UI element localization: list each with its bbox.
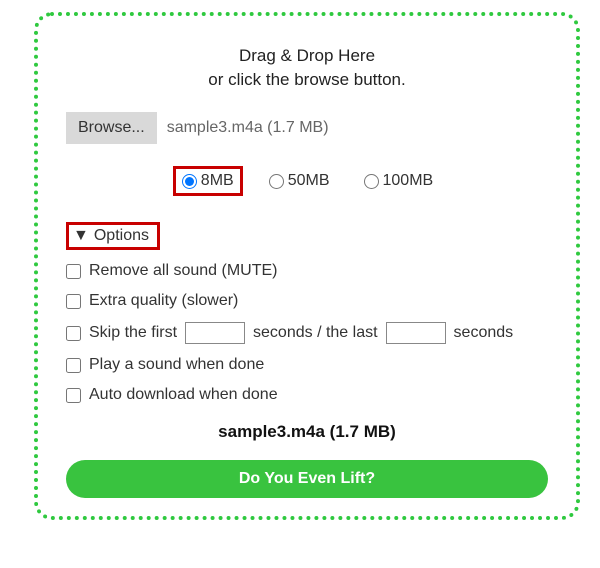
selected-file-label: sample3.m4a (1.7 MB) <box>167 119 329 137</box>
input-skip-last[interactable] <box>386 322 446 344</box>
label-skip-suffix: seconds <box>454 324 514 342</box>
size-option-8mb[interactable]: 8MB <box>173 166 243 196</box>
size-radio-100mb[interactable] <box>364 174 379 189</box>
drop-subtitle: or click the browse button. <box>66 70 548 90</box>
label-mute: Remove all sound (MUTE) <box>89 262 278 280</box>
size-label-8mb: 8MB <box>201 172 234 190</box>
checkbox-extra-quality[interactable] <box>66 294 81 309</box>
file-row: Browse... sample3.m4a (1.7 MB) <box>66 112 548 144</box>
browse-button[interactable]: Browse... <box>66 112 157 144</box>
options-toggle-label: Options <box>94 227 149 245</box>
option-auto-download[interactable]: Auto download when done <box>66 386 548 404</box>
label-skip-mid: seconds / the last <box>253 324 378 342</box>
input-skip-first[interactable] <box>185 322 245 344</box>
size-label-50mb: 50MB <box>288 172 330 190</box>
submit-button[interactable]: Do You Even Lift? <box>66 460 548 498</box>
checkbox-mute[interactable] <box>66 264 81 279</box>
options-list: Remove all sound (MUTE) Extra quality (s… <box>66 262 548 404</box>
checkbox-play-sound[interactable] <box>66 358 81 373</box>
size-label-100mb: 100MB <box>383 172 434 190</box>
size-radio-50mb[interactable] <box>269 174 284 189</box>
drop-title: Drag & Drop Here <box>66 46 548 66</box>
option-skip: Skip the first seconds / the last second… <box>66 322 548 344</box>
size-radio-row: 8MB 50MB 100MB <box>66 166 548 196</box>
chevron-down-icon: ▼ <box>73 227 89 245</box>
option-mute[interactable]: Remove all sound (MUTE) <box>66 262 548 280</box>
option-extra-quality[interactable]: Extra quality (slower) <box>66 292 548 310</box>
option-play-sound[interactable]: Play a sound when done <box>66 356 548 374</box>
checkbox-skip[interactable] <box>66 326 81 341</box>
size-radio-8mb[interactable] <box>182 174 197 189</box>
label-extra-quality: Extra quality (slower) <box>89 292 238 310</box>
size-option-50mb[interactable]: 50MB <box>261 166 338 196</box>
checkbox-auto-download[interactable] <box>66 388 81 403</box>
size-option-100mb[interactable]: 100MB <box>356 166 442 196</box>
label-play-sound: Play a sound when done <box>89 356 264 374</box>
label-auto-download: Auto download when done <box>89 386 278 404</box>
upload-panel: Drag & Drop Here or click the browse but… <box>34 12 580 520</box>
file-summary: sample3.m4a (1.7 MB) <box>66 422 548 442</box>
label-skip-prefix: Skip the first <box>89 324 177 342</box>
options-toggle[interactable]: ▼ Options <box>66 222 160 250</box>
